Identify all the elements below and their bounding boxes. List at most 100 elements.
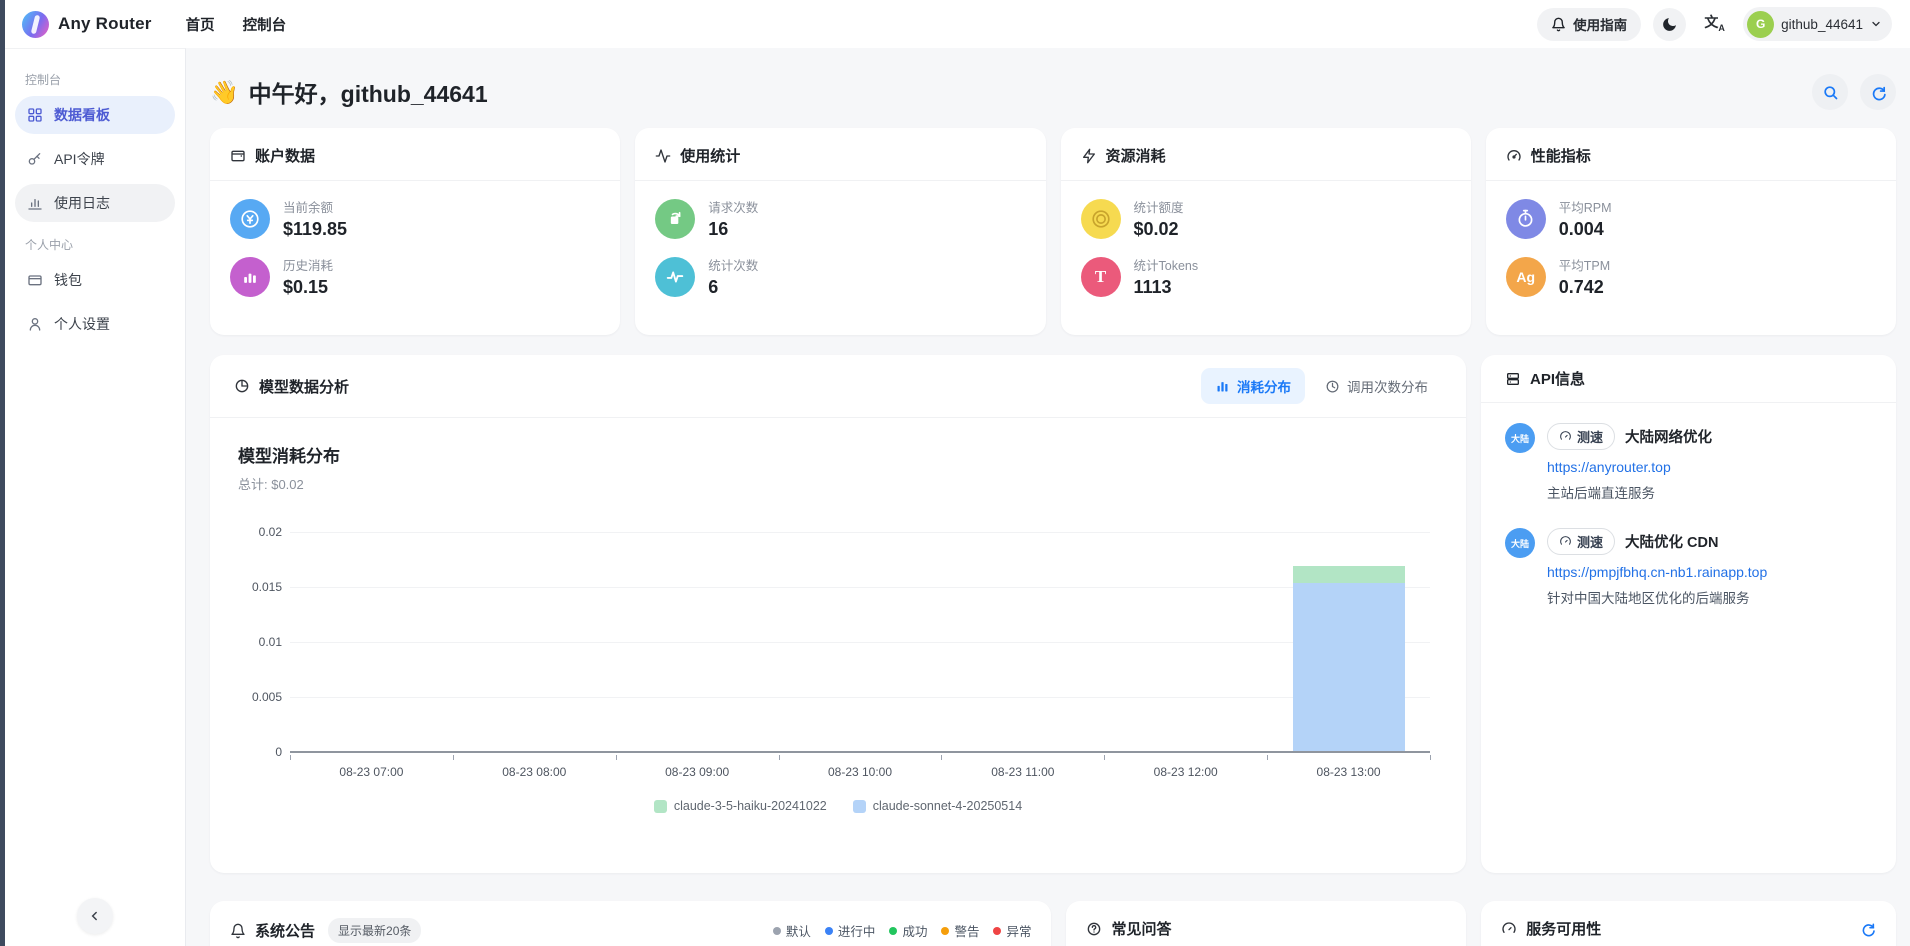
gauge-icon [1506,148,1522,164]
refresh-button[interactable] [1860,74,1896,110]
stat-history-spend: 历史消耗 $0.15 [230,255,600,298]
sidebar-item-wallet[interactable]: 钱包 [15,261,175,299]
key-icon [27,151,43,167]
sidebar-item-usage-logs[interactable]: 使用日志 [15,184,175,222]
chevron-left-icon [88,909,102,923]
speedometer-icon [1560,431,1571,440]
stat-cards-row: 账户数据 当前余额 $119.85 历史消耗 $0.15 使用统计 请求次数 1… [210,128,1896,335]
card-title: 使用统计 [680,148,741,165]
status-dot [824,926,833,935]
language-toggle-button[interactable]: 文A [1698,8,1731,41]
stat-tokens: T 统计Tokens 1113 [1080,255,1451,298]
status-success: 成功 [889,921,927,940]
stat-value: $119.85 [283,219,348,239]
sidebar-item-settings[interactable]: 个人设置 [15,305,175,343]
clock-icon [1325,379,1340,394]
faq-card: 常见问答 [1066,901,1467,946]
bell-icon [1551,17,1566,32]
availability-refresh-button[interactable] [1860,921,1876,937]
bell-icon [230,923,246,939]
legend-label: claude-sonnet-4-20250514 [872,799,1023,813]
stat-label: 统计额度 [1133,201,1184,215]
speed-test-button[interactable]: 测速 [1547,528,1616,555]
search-button[interactable] [1812,74,1848,110]
stat-avg-rpm: 平均RPM 0.004 [1505,197,1876,240]
nav-link-console[interactable]: 控制台 [243,14,287,35]
legend-swatch-green [653,799,667,813]
status-dot [941,926,950,935]
lightning-icon [1081,148,1097,164]
nav-link-home[interactable]: 首页 [186,14,215,35]
api-entry-mainland: 大陆 测速 大陆网络优化 https://anyrouter.top 主站后端直… [1505,423,1872,502]
window-edge-strip [0,0,5,946]
currency-exchange-icon [230,198,270,239]
request-refresh-icon [655,198,696,239]
usage-guide-button[interactable]: 使用指南 [1537,7,1642,41]
main-content: 👋 中午好，github_44641 账户数据 当前余额 $119.85 历史消… [186,48,1910,946]
activity-icon [655,148,671,164]
region-badge: 大陆 [1505,528,1535,558]
greeting-text: 中午好，github_44641 [248,81,488,107]
chevron-down-icon [1870,18,1882,30]
card-usage-stats: 使用统计 请求次数 16 统计次数 6 [635,128,1046,335]
user-name: github_44641 [1781,16,1863,32]
legend-swatch-blue [852,799,866,813]
question-circle-icon [1086,921,1102,937]
speed-test-button[interactable]: 测速 [1547,423,1616,450]
refresh-icon [1870,84,1887,101]
api-entry-name: 大陆优化 CDN [1625,535,1719,551]
gauge-icon [1501,921,1517,937]
stat-value: 0.742 [1558,277,1604,297]
stat-label: 历史消耗 [283,259,334,273]
brand[interactable]: Any Router [22,10,152,38]
legend-item-haiku[interactable]: claude-3-5-haiku-20241022 [653,799,827,813]
pie-chart-icon [234,378,250,394]
announcements-card: 系统公告 显示最新20条 默认 进行中 成功 警告 异常 [210,901,1052,946]
card-performance: 性能指标 平均RPM 0.004 Ag 平均TPM 0.742 [1485,128,1896,335]
card-account-data: 账户数据 当前余额 $119.85 历史消耗 $0.15 [210,128,621,335]
stat-value: $0.15 [283,277,329,297]
stat-label: 统计Tokens [1133,259,1199,273]
status-dot [889,926,898,935]
tab-label: 消耗分布 [1237,380,1291,395]
stat-value: 1113 [1133,277,1172,297]
sidebar-section-console: 控制台 [25,73,62,87]
chart-grid: 0 0.005 0.01 0.015 0.02 08-23 07:00 08-23 08:0… [252,525,1431,779]
stat-value: 0.004 [1558,219,1604,239]
latest-count-badge: 显示最新20条 [328,918,422,943]
theme-toggle-button[interactable] [1653,7,1687,41]
wave-emoji: 👋 [210,78,239,105]
status-dot [772,926,781,935]
availability-card: 服务可用性 [1481,901,1896,946]
sidebar-item-dashboard[interactable]: 数据看板 [15,96,175,134]
coin-icon [1080,198,1121,239]
status-warning: 警告 [941,921,979,940]
user-menu[interactable]: G github_44641 [1743,7,1892,41]
translate-icon: 文A [1704,14,1725,33]
panel-title: API信息 [1530,371,1586,388]
wallet-icon [27,272,43,288]
tab-consumption-distribution[interactable]: 消耗分布 [1201,368,1305,404]
search-icon [1822,84,1839,101]
status-dot [993,926,1002,935]
legend-item-sonnet[interactable]: claude-sonnet-4-20250514 [852,799,1023,813]
stat-label: 统计次数 [708,259,759,273]
sidebar-item-api-tokens[interactable]: API令牌 [15,140,175,178]
api-entry-url[interactable]: https://anyrouter.top [1547,459,1712,475]
pulse-icon [655,256,696,297]
usage-guide-label: 使用指南 [1573,18,1628,33]
person-icon [27,316,43,332]
sidebar-item-label: 钱包 [54,272,82,288]
card-title: 性能指标 [1530,148,1591,165]
tab-call-count-distribution[interactable]: 调用次数分布 [1311,368,1442,404]
stat-value: 16 [708,219,729,239]
api-entry-desc: 主站后端直连服务 [1547,486,1655,501]
sidebar-collapse-button[interactable] [77,898,113,934]
status-legend: 默认 进行中 成功 警告 异常 [772,921,1031,940]
user-avatar: G [1747,10,1775,38]
dashboard-grid-icon [27,107,43,123]
anyrouter-logo-icon [22,10,49,38]
bar-stats-icon [230,256,270,297]
api-entry-url[interactable]: https://pmpjfbhq.cn-nb1.rainapp.top [1547,564,1767,580]
card-title: 服务可用性 [1526,921,1602,938]
